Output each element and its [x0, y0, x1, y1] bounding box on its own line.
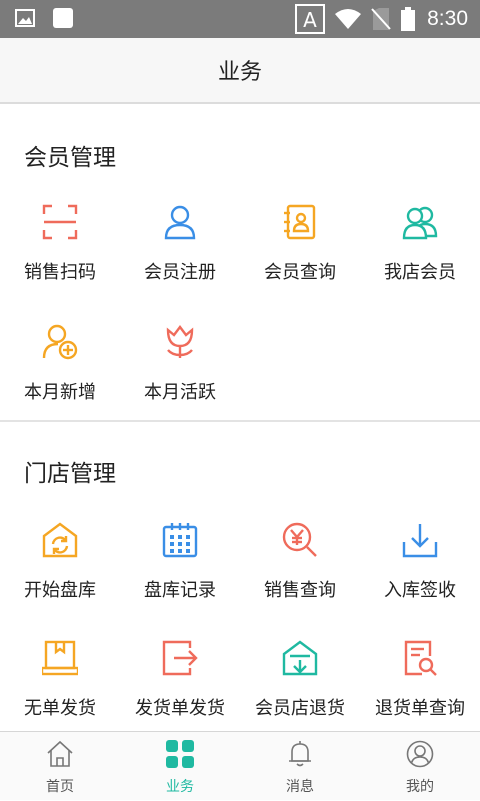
tab-home-label: 首页	[46, 779, 74, 795]
store-return-icon	[282, 640, 318, 676]
document-search-icon	[404, 640, 437, 676]
store-section-title: 门店管理	[24, 461, 116, 487]
scan-icon	[42, 204, 78, 240]
member-register-button[interactable]: 会员注册	[120, 204, 240, 314]
download-tray-icon	[402, 524, 438, 558]
member-section: 会员管理 销售扫码 会员注册 会员查询 我店会员 本月新增 本月活跃	[0, 106, 480, 420]
bell-icon	[289, 741, 311, 767]
grid-icon	[166, 740, 194, 768]
keyboard-a-icon: A	[295, 4, 326, 34]
status-bar: A 8:30	[0, 0, 480, 38]
tab-messages-label: 消息	[286, 779, 314, 795]
flower-icon	[166, 325, 194, 358]
svg-text:A: A	[303, 8, 317, 32]
contact-book-icon	[284, 204, 316, 240]
sales-query-label: 销售查询	[264, 580, 336, 601]
member-store-return-label: 会员店退货	[255, 698, 345, 719]
no-order-shipment-label: 无单发货	[24, 698, 96, 719]
member-section-title: 会员管理	[24, 145, 116, 171]
stock-in-receipt-label: 入库签收	[384, 580, 456, 601]
tab-business-label: 业务	[166, 779, 194, 795]
member-query-label: 会员查询	[264, 262, 336, 283]
users-icon	[402, 206, 438, 240]
user-icon	[164, 205, 196, 240]
bottom-tab-bar: 首页 业务 消息 我的	[0, 731, 480, 800]
title-bar: 业务	[0, 38, 480, 104]
page-title: 业务	[217, 60, 262, 85]
export-icon	[162, 640, 198, 676]
yen-search-icon	[282, 522, 317, 557]
monthly-active-button[interactable]: 本月活跃	[120, 324, 240, 434]
tab-mine-label: 我的	[406, 779, 434, 795]
sales-scan-button[interactable]: 销售扫码	[0, 204, 120, 314]
member-register-label: 会员注册	[144, 262, 216, 283]
my-store-members-label: 我店会员	[384, 262, 456, 283]
monthly-new-button[interactable]: 本月新增	[0, 324, 120, 434]
profile-icon	[406, 740, 434, 768]
stock-in-receipt-button[interactable]: 入库签收	[360, 522, 480, 632]
warehouse-refresh-icon	[42, 522, 78, 558]
home-icon	[47, 740, 73, 767]
return-order-query-label: 退货单查询	[375, 698, 465, 719]
start-inventory-label: 开始盘库	[24, 580, 96, 601]
status-time: 8:30	[427, 7, 468, 30]
inventory-records-label: 盘库记录	[144, 580, 216, 601]
inventory-records-button[interactable]: 盘库记录	[120, 522, 240, 632]
my-store-members-button[interactable]: 我店会员	[360, 204, 480, 314]
image-icon	[15, 9, 35, 27]
monthly-active-label: 本月活跃	[144, 382, 216, 403]
tab-mine[interactable]: 我的	[360, 732, 480, 801]
package-icon	[42, 640, 78, 676]
sales-scan-label: 销售扫码	[24, 262, 96, 283]
tab-messages[interactable]: 消息	[240, 732, 360, 801]
user-add-icon	[42, 324, 78, 360]
monthly-new-label: 本月新增	[24, 382, 96, 403]
tab-business[interactable]: 业务	[120, 732, 240, 801]
sales-query-button[interactable]: 销售查询	[240, 522, 360, 632]
tab-home[interactable]: 首页	[0, 732, 120, 801]
no-sim-icon	[371, 8, 391, 30]
delivery-note-shipment-label: 发货单发货	[135, 698, 225, 719]
member-query-button[interactable]: 会员查询	[240, 204, 360, 314]
store-section: 门店管理 开始盘库 盘库记录 销售查询 入库签收 无单发货 发货单发货 会员店退…	[0, 422, 480, 730]
battery-icon	[401, 7, 416, 31]
calendar-icon	[162, 523, 198, 558]
start-inventory-button[interactable]: 开始盘库	[0, 522, 120, 632]
wifi-icon	[335, 9, 362, 29]
square-app-icon	[53, 8, 73, 28]
